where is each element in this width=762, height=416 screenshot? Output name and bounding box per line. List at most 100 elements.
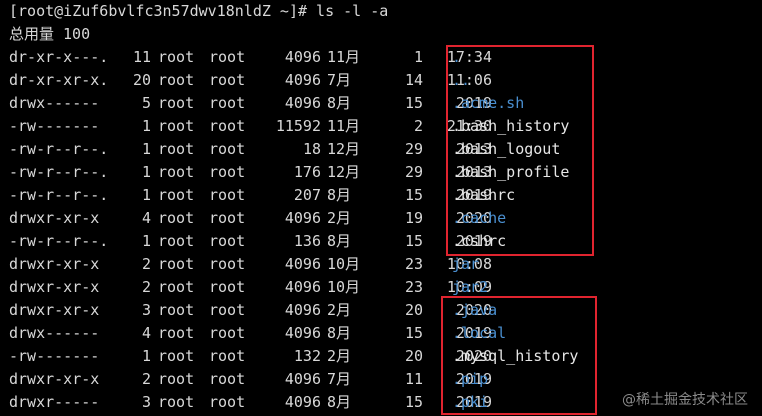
month: 8月	[327, 232, 352, 250]
permissions: drwxr-xr-x	[9, 278, 100, 296]
file-size: 207	[293, 186, 321, 204]
file-size: 4096	[284, 71, 321, 89]
permissions: -rw-r--r--.	[9, 140, 109, 158]
permissions: drwxr-xr-x	[9, 370, 100, 388]
total-line: 总用量 100	[9, 25, 91, 43]
file-size: 4096	[284, 255, 321, 273]
month: 11月	[327, 48, 361, 66]
group: root	[209, 48, 246, 66]
file-size: 4096	[284, 48, 321, 66]
file-size: 4096	[284, 370, 321, 388]
owner: root	[158, 117, 195, 135]
link-count: 2	[141, 370, 151, 388]
permissions: dr-xr-x---.	[9, 48, 109, 66]
group: root	[209, 163, 246, 181]
permissions: -rw-------	[9, 347, 100, 365]
file-size: 176	[293, 163, 321, 181]
group: root	[209, 347, 246, 365]
day: 15	[404, 186, 423, 204]
month: 7月	[327, 370, 352, 388]
group: root	[209, 301, 246, 319]
file-size: 4096	[284, 393, 321, 411]
file-size: 4096	[284, 209, 321, 227]
link-count: 1	[141, 186, 151, 204]
group: root	[209, 255, 246, 273]
owner: root	[158, 163, 195, 181]
link-count: 1	[141, 117, 151, 135]
owner: root	[158, 232, 195, 250]
highlight-box-bottom	[441, 296, 597, 415]
owner: root	[158, 301, 195, 319]
link-count: 4	[141, 209, 151, 227]
month: 8月	[327, 324, 352, 342]
month: 2月	[327, 301, 352, 319]
month: 8月	[327, 393, 352, 411]
group: root	[209, 393, 246, 411]
month: 2月	[327, 347, 352, 365]
owner: root	[158, 140, 195, 158]
month: 12月	[327, 163, 361, 181]
file-size: 136	[293, 232, 321, 250]
month: 12月	[327, 140, 361, 158]
permissions: drwxr-----	[9, 393, 100, 411]
permissions: drwx------	[9, 324, 100, 342]
group: root	[209, 71, 246, 89]
permissions: drwxr-xr-x	[9, 255, 100, 273]
owner: root	[158, 393, 195, 411]
owner: root	[158, 209, 195, 227]
owner: root	[158, 255, 195, 273]
day: 29	[404, 163, 423, 181]
owner: root	[158, 347, 195, 365]
file-size: 4096	[284, 301, 321, 319]
group: root	[209, 140, 246, 158]
file-size: 11592	[275, 117, 321, 135]
link-count: 1	[141, 163, 151, 181]
month: 10月	[327, 255, 361, 273]
day: 15	[404, 324, 423, 342]
permissions: dr-xr-xr-x.	[9, 71, 109, 89]
day: 29	[404, 140, 423, 158]
link-count: 2	[141, 278, 151, 296]
group: root	[209, 186, 246, 204]
highlight-box-top	[446, 45, 594, 256]
link-count: 20	[132, 71, 151, 89]
link-count: 3	[141, 301, 151, 319]
terminal-window[interactable]: [root@iZuf6bvlfc3n57dwv18nldZ ~]# ls -l …	[0, 0, 762, 416]
group: root	[209, 117, 246, 135]
day: 14	[404, 71, 423, 89]
file-name: jar	[452, 255, 480, 273]
owner: root	[158, 370, 195, 388]
day: 20	[404, 301, 423, 319]
command-prompt: [root@iZuf6bvlfc3n57dwv18nldZ ~]# ls -l …	[9, 2, 389, 20]
day: 15	[404, 94, 423, 112]
link-count: 11	[132, 48, 151, 66]
link-count: 1	[141, 232, 151, 250]
permissions: drwx------	[9, 94, 100, 112]
group: root	[209, 209, 246, 227]
day: 23	[404, 255, 423, 273]
link-count: 1	[141, 347, 151, 365]
month: 8月	[327, 94, 352, 112]
owner: root	[158, 278, 195, 296]
owner: root	[158, 48, 195, 66]
link-count: 4	[141, 324, 151, 342]
file-size: 4096	[284, 324, 321, 342]
group: root	[209, 232, 246, 250]
file-size: 4096	[284, 94, 321, 112]
owner: root	[158, 71, 195, 89]
day: 1	[413, 48, 423, 66]
day: 2	[413, 117, 423, 135]
link-count: 5	[141, 94, 151, 112]
permissions: -rw-r--r--.	[9, 163, 109, 181]
group: root	[209, 324, 246, 342]
link-count: 2	[141, 255, 151, 273]
day: 11	[404, 370, 423, 388]
group: root	[209, 370, 246, 388]
watermark: @稀土掘金技术社区	[622, 392, 748, 408]
day: 15	[404, 393, 423, 411]
permissions: drwxr-xr-x	[9, 209, 100, 227]
owner: root	[158, 186, 195, 204]
owner: root	[158, 94, 195, 112]
owner: root	[158, 324, 195, 342]
link-count: 3	[141, 393, 151, 411]
